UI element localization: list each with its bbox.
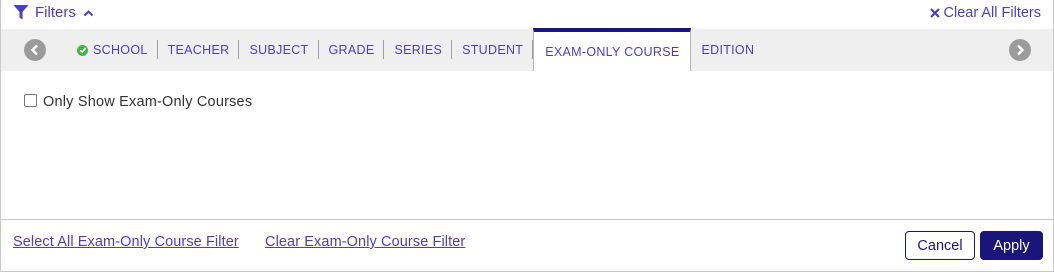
check-circle-icon — [77, 44, 88, 56]
tabs-next-button[interactable] — [1009, 39, 1031, 61]
filters-panel: Filters Clear All Filters SCHOOL TEACHER… — [0, 0, 1054, 272]
tab-student[interactable]: STUDENT — [452, 29, 534, 71]
clear-all-filters-link[interactable]: Clear All Filters — [929, 5, 1042, 21]
filters-label: Filters — [35, 4, 76, 21]
tab-label: SCHOOL — [93, 43, 148, 57]
tab-subject[interactable]: SUBJECT — [239, 29, 319, 71]
tab-teacher[interactable]: TEACHER — [158, 29, 240, 71]
tab-label: SERIES — [394, 43, 443, 57]
filters-header: Filters Clear All Filters — [1, 0, 1053, 29]
exam-only-option[interactable]: Only Show Exam-Only Courses — [24, 93, 253, 110]
chevron-up-icon — [83, 9, 94, 16]
close-icon — [929, 8, 940, 18]
tab-edition[interactable]: EDITION — [691, 29, 764, 71]
clear-all-label: Clear All Filters — [943, 5, 1042, 21]
tab-label: TEACHER — [167, 43, 230, 57]
chevron-right-icon — [1017, 44, 1025, 56]
tab-grade[interactable]: GRADE — [319, 29, 385, 71]
tab-exam-only-course[interactable]: EXAM-ONLY COURSE — [533, 28, 692, 71]
footer-divider — [1, 219, 1053, 220]
tab-label: GRADE — [328, 43, 375, 57]
filter-tabs: SCHOOL TEACHER SUBJECT GRADE SERIES STUD… — [67, 28, 764, 71]
exam-only-checkbox[interactable] — [24, 93, 37, 107]
tab-label: EDITION — [701, 43, 755, 57]
apply-button[interactable]: Apply — [980, 231, 1043, 260]
filters-toggle[interactable]: Filters — [13, 4, 100, 21]
tab-label: STUDENT — [462, 43, 524, 57]
funnel-icon — [13, 5, 29, 20]
tab-school[interactable]: SCHOOL — [67, 29, 158, 71]
exam-only-checkbox-label: Only Show Exam-Only Courses — [43, 94, 253, 110]
tab-label: EXAM-ONLY COURSE — [545, 44, 680, 59]
tabs-prev-button[interactable] — [24, 39, 46, 61]
cancel-button[interactable]: Cancel — [905, 231, 975, 260]
select-all-filter-link[interactable]: Select All Exam-Only Course Filter — [13, 234, 239, 250]
clear-filter-link[interactable]: Clear Exam-Only Course Filter — [265, 234, 465, 250]
chevron-left-icon — [30, 44, 38, 56]
tab-series[interactable]: SERIES — [384, 29, 453, 71]
filter-tab-bar: SCHOOL TEACHER SUBJECT GRADE SERIES STUD… — [1, 28, 1053, 71]
tab-label: SUBJECT — [249, 43, 309, 57]
